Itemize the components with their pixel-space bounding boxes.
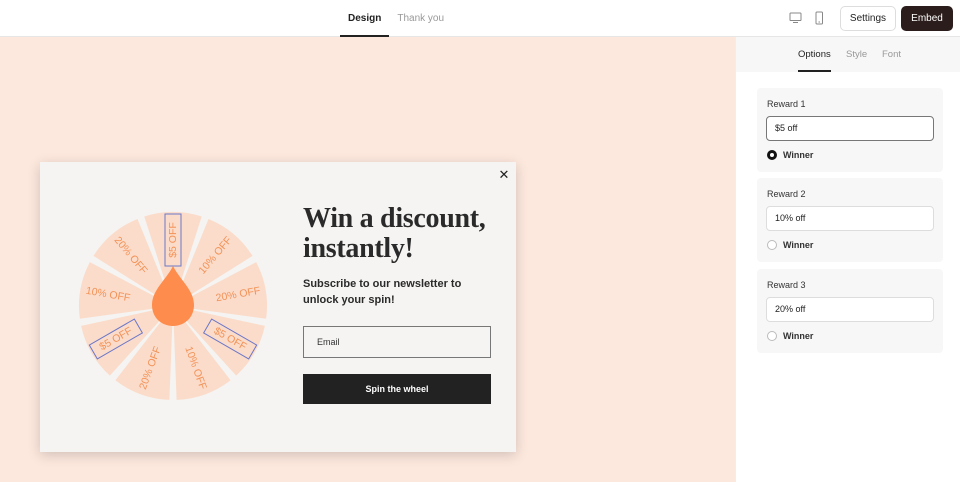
winner-label: Winner (783, 240, 814, 250)
radio-unchecked-icon[interactable] (767, 240, 777, 250)
settings-button[interactable]: Settings (840, 6, 896, 31)
tab-thank-you[interactable]: Thank you (389, 0, 452, 37)
reward-input[interactable]: $5 off (766, 116, 934, 141)
mobile-icon[interactable] (814, 11, 824, 30)
reward-card-1: Reward 1 $5 off Winner (757, 88, 943, 172)
reward-label: Reward 1 (767, 99, 806, 109)
winner-label: Winner (783, 331, 814, 341)
winner-radio[interactable]: Winner (767, 240, 813, 250)
top-bar: Design Thank you Settings Embed (0, 0, 960, 37)
device-toggle (789, 11, 824, 30)
reward-input[interactable]: 10% off (766, 206, 934, 231)
popup-headline: Win a discount, instantly! (303, 203, 486, 264)
reward-label: Reward 3 (767, 280, 806, 290)
reward-card-3: Reward 3 20% off Winner (757, 269, 943, 353)
tab-options[interactable]: Options (798, 37, 831, 72)
reward-label: Reward 2 (767, 189, 806, 199)
winner-radio[interactable]: Winner (767, 150, 813, 160)
embed-button[interactable]: Embed (901, 6, 953, 31)
editor-tabs: Design Thank you (340, 0, 452, 37)
desktop-icon[interactable] (789, 11, 802, 30)
email-input[interactable]: Email (303, 326, 491, 358)
winner-label: Winner (783, 150, 814, 160)
tab-style[interactable]: Style (846, 37, 867, 72)
tab-font[interactable]: Font (882, 37, 901, 72)
radio-checked-icon[interactable] (767, 150, 777, 160)
tab-design[interactable]: Design (340, 0, 390, 37)
settings-panel: Options Style Font Reward 1 $5 off Winne… (735, 37, 960, 482)
prize-wheel: $5 OFF 10% OFF20% OFF$5 OFF10% OFF20% OFF… (79, 212, 267, 400)
winner-radio[interactable]: Winner (767, 331, 813, 341)
panel-tabs: Options Style Font (736, 37, 960, 72)
popup-preview: ✕ $5 OFF 10% OFF 20% OFF $5 OFF 10% OFF 20% O… (40, 162, 516, 452)
radio-unchecked-icon[interactable] (767, 331, 777, 341)
close-icon[interactable]: ✕ (497, 168, 511, 182)
reward-input[interactable]: 20% off (766, 297, 934, 322)
wheel-segment-text: $5 OFF (167, 222, 179, 258)
spin-wheel-button[interactable]: Spin the wheel (303, 374, 491, 404)
popup-subtext: Subscribe to our newsletter to unlock yo… (303, 278, 462, 306)
reward-card-2: Reward 2 10% off Winner (757, 178, 943, 262)
